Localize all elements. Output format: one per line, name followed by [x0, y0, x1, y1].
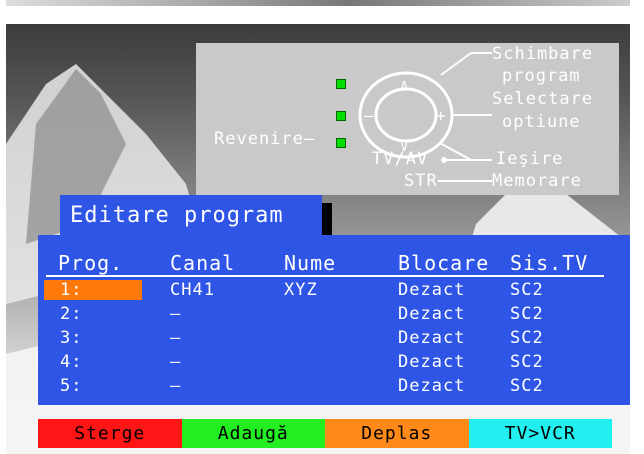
row1-canal[interactable]: CH41	[170, 282, 215, 299]
row4-blocare[interactable]: Dezact	[398, 354, 465, 371]
row1-sistv[interactable]: SC2	[510, 282, 544, 299]
tv-screen: ∧ ∨ – + Schimbare program Selectare opti…	[6, 24, 630, 454]
help-str: STR	[404, 171, 438, 191]
row2-prog[interactable]: 2:	[60, 306, 82, 323]
color-key-bar: Sterge Adaugă Deplas TV>VCR	[38, 419, 612, 448]
title-box: Editare program	[60, 195, 322, 235]
help-tvav: TV/AV	[372, 149, 429, 169]
row3-prog[interactable]: 3:	[60, 330, 82, 347]
top-strip	[0, 0, 644, 24]
col-header-sistv: Sis.TV	[510, 251, 589, 275]
help-back-label: Revenire	[214, 129, 304, 149]
red-delete-button[interactable]: Sterge	[38, 419, 182, 448]
row5-sistv[interactable]: SC2	[510, 378, 544, 395]
help-store: Memorare	[492, 171, 582, 191]
row1-nume[interactable]: XYZ	[284, 282, 318, 299]
help-change-program-2: program	[502, 66, 581, 86]
row4-sistv[interactable]: SC2	[510, 354, 544, 371]
page-title: Editare program	[70, 203, 284, 228]
help-select-option-2: optiune	[502, 112, 581, 132]
row3-canal[interactable]: –	[170, 330, 181, 347]
row2-blocare[interactable]: Dezact	[398, 306, 465, 323]
row3-sistv[interactable]: SC2	[510, 330, 544, 347]
row3-blocare[interactable]: Dezact	[398, 330, 465, 347]
cyan-tv-vcr-button[interactable]: TV>VCR	[468, 419, 612, 448]
row5-prog[interactable]: 5:	[60, 378, 82, 395]
help-back: Revenire–	[214, 129, 316, 149]
program-table: Prog. Canal Nume Blocare Sis.TV 1: CH41 …	[38, 235, 630, 405]
help-exit: Ieşire	[496, 149, 564, 169]
row2-sistv[interactable]: SC2	[510, 306, 544, 323]
col-header-canal: Canal	[170, 251, 236, 275]
orange-move-button[interactable]: Deplas	[325, 419, 469, 448]
green-add-button[interactable]: Adaugă	[181, 419, 325, 448]
row4-canal[interactable]: –	[170, 354, 181, 371]
row1-prog[interactable]: 1:	[60, 282, 82, 299]
help-select-option: Selectare	[492, 89, 594, 109]
selection-cursor	[44, 280, 142, 300]
col-header-blocare: Blocare	[398, 251, 490, 275]
col-header-nume: Nume	[284, 251, 337, 275]
row1-blocare[interactable]: Dezact	[398, 282, 465, 299]
header-divider	[46, 275, 604, 277]
row2-canal[interactable]: –	[170, 306, 181, 323]
remote-help-panel: ∧ ∨ – + Schimbare program Selectare opti…	[196, 43, 619, 195]
row5-canal[interactable]: –	[170, 378, 181, 395]
help-change-program: Schimbare	[492, 44, 594, 64]
row5-blocare[interactable]: Dezact	[398, 378, 465, 395]
col-header-prog: Prog.	[58, 251, 124, 275]
top-band	[6, 0, 630, 6]
row4-prog[interactable]: 4:	[60, 354, 82, 371]
